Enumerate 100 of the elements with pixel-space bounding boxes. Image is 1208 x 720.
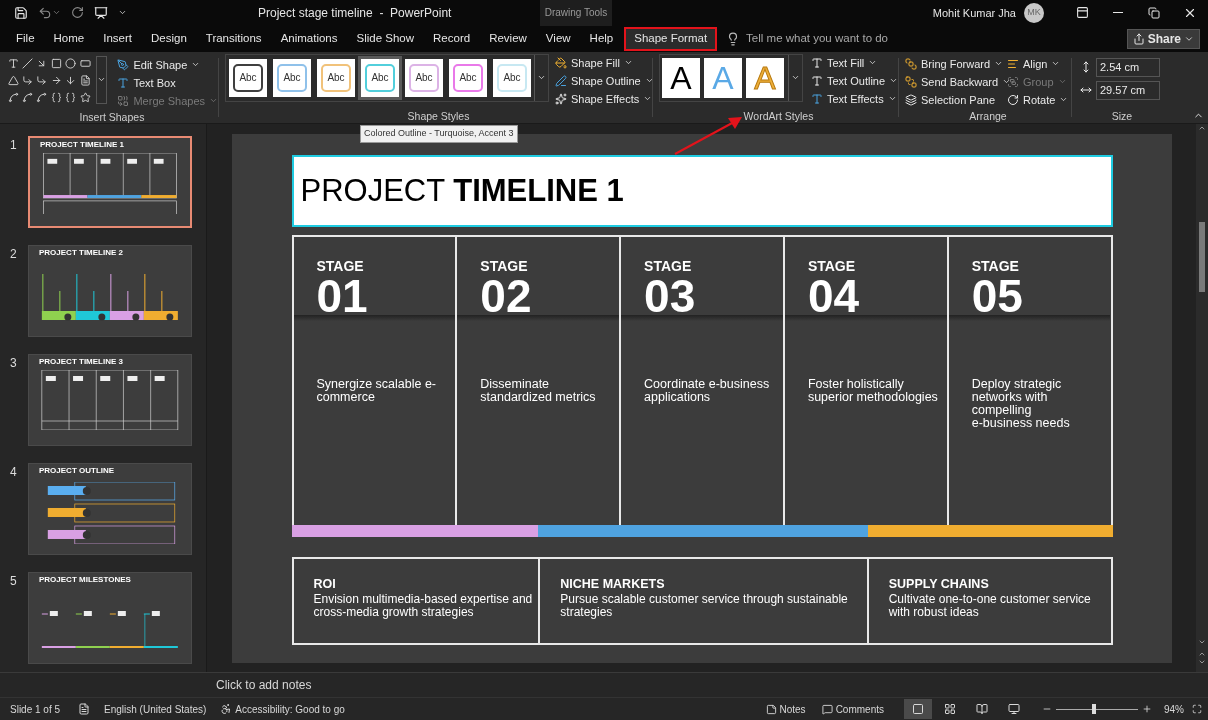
ribbon-tab[interactable]: Design	[143, 26, 195, 51]
info-heading: ROI	[313, 576, 337, 591]
paint-bucket-icon	[555, 56, 567, 69]
presentation-button[interactable]	[94, 5, 108, 20]
zoom-level[interactable]: 94%	[1164, 701, 1184, 717]
shape-fill-button[interactable]: Shape Fill	[555, 53, 654, 72]
arrow-icon	[50, 74, 62, 86]
ribbon-tab[interactable]: Slide Show	[348, 26, 423, 51]
edit-shape-button[interactable]: Edit Shape	[117, 55, 218, 74]
slide-number: 2	[9, 245, 18, 263]
height-field[interactable]: 2.54 cm	[1096, 57, 1160, 77]
stage-label: STAGE	[316, 258, 365, 273]
comments-button[interactable]: Comments	[821, 701, 884, 717]
comment-icon	[821, 703, 833, 715]
slide-number: 5	[9, 572, 18, 590]
search-field[interactable]: Tell me what you want to do	[746, 30, 947, 48]
notes-field[interactable]: Click to add notes	[216, 676, 312, 695]
ribbon-tab[interactable]: File	[8, 26, 43, 51]
slide-thumbnail[interactable]: PROJECT TIMELINE 2	[28, 244, 192, 337]
stage-description: Foster holistically superior methodologies	[807, 377, 939, 404]
info-text: Envision multimedia-based expertise and cross-media growth strategies	[313, 592, 534, 619]
presentation-icon	[94, 5, 108, 20]
ribbon-tab[interactable]: Home	[45, 26, 93, 51]
letter-icon	[811, 92, 823, 105]
text-effects-button[interactable]: Text Effects	[811, 89, 899, 108]
ribbon-tab[interactable]: Help	[581, 26, 622, 51]
slide-number: 4	[9, 463, 18, 481]
group-label: WordArt Styles	[742, 108, 815, 123]
stage-number: 01	[316, 275, 368, 316]
shape-outline-button[interactable]: Shape Outline	[555, 71, 654, 90]
group-label: Arrange	[968, 108, 1008, 123]
text-box-icon	[7, 57, 19, 69]
pen-icon	[117, 58, 130, 71]
slide-thumbnail-title: PROJECT OUTLINE	[39, 465, 115, 476]
save-button[interactable]	[14, 5, 28, 20]
redo-button[interactable]	[71, 6, 84, 20]
bring-forward-button[interactable]: Bring Forward	[905, 54, 1004, 73]
undo-button[interactable]	[38, 5, 61, 20]
wordart-style-swatch[interactable]: A	[662, 57, 700, 98]
view-button[interactable]	[904, 699, 932, 719]
curve-icon	[36, 91, 48, 103]
stage-description: Coordinate e-business applications	[644, 377, 771, 404]
share-icon	[1132, 32, 1145, 45]
accessibility-status[interactable]: Accessibility: Good to go	[235, 701, 345, 717]
window-title: Project stage timeline - PowerPoint	[258, 4, 453, 22]
stage-label: STAGE	[971, 258, 1020, 273]
slide-thumbnail[interactable]: PROJECT TIMELINE 1	[28, 135, 192, 228]
curve-icon	[21, 91, 33, 103]
zoom-slider[interactable]	[1056, 704, 1138, 714]
ribbon-tab[interactable]: View	[537, 26, 579, 51]
language-label[interactable]: English (United States)	[104, 701, 207, 717]
triangle-icon	[7, 74, 19, 86]
stage-label: STAGE	[480, 258, 529, 273]
rotate-button[interactable]: Rotate	[1007, 90, 1069, 109]
shape-effects-button[interactable]: Shape Effects	[555, 89, 654, 108]
info-text: Cultivate one-to-one customer service with robust ideas	[888, 592, 1092, 619]
text-fill-button[interactable]: Text Fill	[811, 53, 899, 72]
grid-icon	[944, 703, 956, 715]
user-name: Mohit Kumar Jha	[932, 5, 1016, 21]
align-button[interactable]: Align	[1007, 54, 1061, 73]
group-icon	[1007, 75, 1019, 88]
connector-icon	[21, 74, 33, 86]
presentation-icon	[1008, 703, 1020, 715]
share-button[interactable]: Share	[1126, 28, 1200, 49]
accessibility-icon	[220, 703, 233, 715]
ribbon-tab[interactable]: Review	[481, 26, 535, 51]
connector-icon	[36, 74, 48, 86]
slide-thumbnail-title: PROJECT TIMELINE 3	[39, 356, 123, 367]
slide-counter: Slide 1 of 5	[10, 702, 61, 717]
ribbon-tab[interactable]: Shape Format	[624, 26, 718, 51]
layers-icon	[905, 93, 917, 106]
slide-thumbnail[interactable]: PROJECT TIMELINE 3	[28, 353, 192, 446]
rounded-rectangle-icon	[79, 57, 91, 69]
slide-thumbnail-title: PROJECT TIMELINE 2	[39, 247, 123, 258]
group-label: Insert Shapes	[78, 109, 146, 124]
notes-button[interactable]: Notes	[765, 701, 806, 717]
stage-description: Synergize scalable e- commerce	[316, 377, 437, 404]
merge-icon	[117, 94, 130, 107]
zoom-slider-thumb[interactable]	[1091, 704, 1096, 714]
slide-thumbnail[interactable]: PROJECT OUTLINE	[28, 462, 192, 555]
info-heading: NICHE MARKETS	[560, 576, 666, 591]
vertical-scrollbar[interactable]	[1196, 123, 1208, 673]
slide-thumbnail[interactable]: PROJECT MILESTONES	[28, 571, 192, 664]
notes-icon	[765, 703, 777, 715]
width-field[interactable]: 29.57 cm	[1096, 80, 1160, 100]
text-box-icon	[117, 76, 130, 89]
text-box-button[interactable]: Text Box	[117, 73, 218, 92]
brace-icon	[50, 91, 62, 103]
shape-style-swatch[interactable]: Abc	[358, 55, 402, 100]
text-outline-button[interactable]: Text Outline	[811, 71, 899, 90]
ribbon-tab[interactable]: Animations	[272, 26, 346, 51]
ribbon-tab[interactable]: Transitions	[197, 26, 270, 51]
minimize-icon	[1113, 12, 1123, 14]
selection-pane-button[interactable]: Selection Pane	[905, 90, 995, 109]
stage-label: STAGE	[807, 258, 857, 273]
title-box[interactable]: PROJECT TIMELINE 1	[291, 154, 1113, 227]
user-avatar[interactable]: MK	[1024, 2, 1044, 23]
group-label: Size	[1110, 108, 1134, 123]
ribbon-tab[interactable]: Record	[425, 26, 479, 51]
ribbon-tab[interactable]: Insert	[95, 26, 140, 51]
